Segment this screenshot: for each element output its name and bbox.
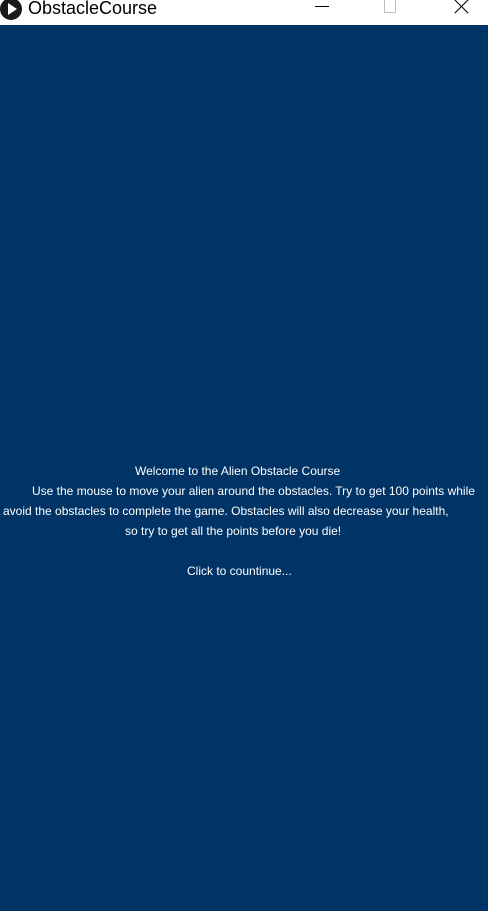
close-icon [454, 0, 470, 14]
instructions-line-3: so try to get all the points before you … [125, 524, 342, 538]
title-bar[interactable]: ObstacleCourse [0, 0, 488, 25]
maximize-icon [384, 0, 396, 13]
minimize-icon [315, 6, 329, 7]
processing-play-icon [0, 0, 22, 20]
app-window: ObstacleCourse Welcome to the Alien Obst… [0, 0, 488, 911]
maximize-button[interactable] [367, 0, 413, 25]
game-canvas[interactable]: Welcome to the Alien Obstacle Course Use… [0, 25, 488, 911]
window-title: ObstacleCourse [28, 0, 158, 18]
instructions-line-1: Use the mouse to move your alien around … [32, 484, 475, 498]
instructions-line-2: avoid the obstacles to complete the game… [3, 504, 449, 518]
welcome-heading: Welcome to the Alien Obstacle Course [135, 464, 341, 478]
continue-prompt[interactable]: Click to countinue... [187, 564, 292, 578]
close-button[interactable] [438, 0, 484, 25]
minimize-button[interactable] [298, 0, 344, 25]
